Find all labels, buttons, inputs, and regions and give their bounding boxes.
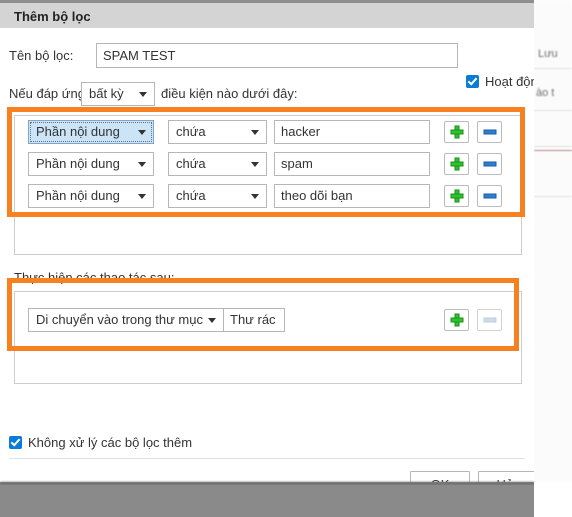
action-value-input[interactable]: Thư rác (223, 308, 285, 332)
match-mode-value: bất kỳ (89, 86, 124, 101)
minus-icon (483, 317, 496, 323)
minus-icon (483, 193, 496, 199)
check-icon[interactable] (9, 436, 22, 449)
active-checkbox-row[interactable]: Hoạt động (466, 74, 534, 89)
match-mode-select[interactable]: bất kỳ (81, 82, 155, 106)
dialog-titlebar: Thêm bộ lọc (0, 0, 534, 28)
condition-field-value: Phần nội dung (36, 124, 120, 139)
background-divider (534, 146, 572, 147)
add-action-button[interactable] (444, 309, 469, 331)
footer-divider (9, 458, 525, 459)
dialog-title: Thêm bộ lọc (14, 9, 91, 24)
background-right-column (534, 0, 572, 482)
chevron-down-icon (138, 162, 146, 167)
background-text-save: Lưu (538, 48, 558, 60)
minus-icon (483, 129, 496, 135)
filter-name-label: Tên bộ lọc: (9, 48, 74, 63)
background-divider-accent (534, 150, 572, 151)
remove-condition-button[interactable] (477, 153, 502, 175)
chevron-down-icon (138, 130, 146, 135)
no-further-filters-row[interactable]: Không xử lý các bộ lọc thêm (9, 435, 192, 450)
condition-value-input[interactable]: hacker (274, 120, 430, 144)
chevron-down-icon (139, 92, 147, 97)
chevron-down-icon (251, 130, 259, 135)
match-prefix-label: Nếu đáp ứng (9, 86, 85, 101)
no-further-filters-label: Không xử lý các bộ lọc thêm (28, 435, 193, 450)
background-divider (534, 68, 572, 69)
ok-button[interactable]: OK (410, 471, 470, 482)
condition-field-select[interactable]: Phần nội dung (28, 120, 154, 144)
actions-panel (14, 291, 522, 384)
screen: Lưu ào t Thêm bộ lọc Tên bộ lọc: SPAM TE… (0, 0, 572, 517)
chevron-down-icon (251, 162, 259, 167)
background-divider (534, 110, 572, 111)
add-condition-button[interactable] (444, 153, 469, 175)
add-condition-button[interactable] (444, 121, 469, 143)
active-checkbox-label: Hoạt động (485, 74, 534, 89)
action-type-value: Di chuyển vào trong thư mục (36, 312, 203, 327)
plus-icon (450, 313, 463, 327)
condition-operator-value: chứa (176, 188, 206, 203)
horizontal-scrollbar[interactable] (0, 485, 534, 517)
remove-action-button (477, 309, 502, 331)
condition-field-value: Phần nội dung (36, 188, 120, 203)
actions-label: Thực hiện các thao tác sau: (14, 270, 175, 285)
plus-icon (450, 125, 463, 139)
match-suffix-label: điều kiện nào dưới đây: (161, 86, 298, 101)
check-icon[interactable] (466, 75, 479, 88)
condition-operator-value: chứa (176, 156, 206, 171)
bottom-strip-right-padding (534, 482, 572, 517)
dialog-body: Tên bộ lọc: SPAM TEST Hoạt động Nếu đáp … (0, 28, 534, 482)
condition-field-select[interactable]: Phần nội dung (28, 184, 154, 208)
condition-operator-select[interactable]: chứa (168, 120, 267, 144)
condition-operator-select[interactable]: chứa (168, 152, 267, 176)
action-type-select[interactable]: Di chuyển vào trong thư mục (28, 308, 224, 332)
condition-operator-value: chứa (176, 124, 206, 139)
condition-field-select[interactable]: Phần nội dung (28, 152, 154, 176)
minus-icon (483, 161, 496, 167)
chevron-down-icon (208, 318, 216, 323)
chevron-down-icon (251, 194, 259, 199)
chevron-down-icon (138, 194, 146, 199)
background-divider (534, 196, 572, 197)
plus-icon (450, 189, 463, 203)
condition-operator-select[interactable]: chứa (168, 184, 267, 208)
condition-value-input[interactable]: theo dõi bạn (274, 184, 430, 208)
plus-icon (450, 157, 463, 171)
remove-condition-button[interactable] (477, 185, 502, 207)
condition-field-value: Phần nội dung (36, 156, 120, 171)
remove-condition-button[interactable] (477, 121, 502, 143)
add-condition-button[interactable] (444, 185, 469, 207)
background-text-partial: ào t (536, 87, 555, 99)
cancel-button[interactable]: Hủy (478, 471, 534, 482)
condition-value-input[interactable]: spam (274, 152, 430, 176)
filter-name-input[interactable]: SPAM TEST (96, 43, 458, 68)
add-filter-dialog: Thêm bộ lọc Tên bộ lọc: SPAM TEST Hoạt đ… (0, 0, 534, 482)
